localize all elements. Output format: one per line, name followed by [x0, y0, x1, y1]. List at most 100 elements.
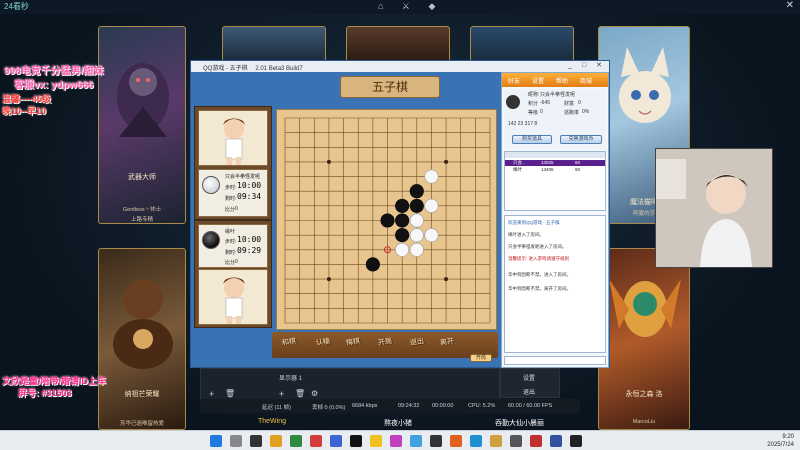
tab-settings[interactable]: 设置 [532, 76, 544, 85]
undo-button[interactable]: 悔棋 [345, 336, 361, 348]
app-icon[interactable] [530, 435, 542, 447]
app-icon[interactable] [310, 435, 322, 447]
window-controls[interactable]: _ □ ✕ [568, 61, 606, 69]
white-stone [409, 213, 424, 228]
app-icon[interactable] [350, 435, 362, 447]
champion-card-bottom-right: 永恒之森 洛 MarcoLiu [598, 248, 690, 430]
leave-button[interactable]: 离开 [439, 336, 455, 348]
app-icon[interactable] [450, 435, 462, 447]
card-label-mid: 熬夜小猪 [384, 420, 412, 427]
app-icon[interactable] [470, 435, 482, 447]
delete-icon[interactable]: 🗑 [225, 389, 235, 398]
score-value: -645 [540, 100, 551, 106]
champion-card-top-3 [346, 26, 450, 62]
player-name: MarcoLiu [632, 419, 656, 425]
list-item[interactable]: 缘叶 13406 60 [505, 167, 605, 173]
champion-card-top-4 [470, 26, 574, 62]
webcam-feed [655, 148, 773, 268]
app-icon[interactable] [490, 435, 502, 447]
add-icon[interactable]: + [209, 389, 214, 399]
search-icon[interactable] [230, 435, 242, 447]
cpu-stat: CPU: 5.2% [468, 403, 496, 409]
white-stone [395, 242, 410, 257]
exit-button[interactable]: 退出 [523, 387, 535, 396]
player-info-bottom: 缘叶 步时: 10:00 剩时: 09:29 比分 0 [198, 224, 268, 268]
champion-name: 永恒之森 洛 [625, 391, 663, 398]
gomoku-header: 五子棋 [340, 76, 440, 98]
buy-items-button[interactable]: 购买道具 [512, 135, 552, 144]
exchange-coins-button[interactable]: 兑换游戏币 [560, 135, 602, 144]
player-panel-bottom: 缘叶 步时: 10:00 剩时: 09:29 比分 0 [194, 220, 272, 328]
star-point [444, 159, 449, 164]
score-label: 比分 [225, 207, 236, 213]
bitrate-stat: 6684 kbps [352, 403, 378, 409]
star-point [326, 277, 331, 282]
player-avatar [198, 110, 268, 166]
tab-friends[interactable]: 好友 [508, 76, 520, 85]
gomoku-board[interactable] [276, 109, 497, 330]
delete-source-icon[interactable]: 🗑 [295, 389, 305, 398]
version-label: 2.01 Beta3 Build7 [255, 66, 303, 72]
stats-line: 142 23 317 8 [508, 121, 538, 127]
stream-status-bar: 延迟 (11 帧) 丢帧 0 (0.0%) 6684 kbps 09:24:32… [200, 399, 580, 413]
stream-time-stat: 00:00:00 [432, 403, 454, 409]
chat-message: 华中到因断不禁。离开了房间。 [508, 286, 571, 291]
app-logo: 24看秒 [4, 2, 29, 11]
board-grid[interactable] [277, 110, 498, 331]
start-button[interactable]: 开局 [377, 336, 393, 348]
quick-start-button[interactable]: 开局 [470, 354, 492, 362]
nickname-label: 昵称: [528, 92, 540, 98]
stream-top-bar: 24看秒 ⌂ ⚔ ◆ ✕ [0, 0, 800, 14]
resign-button[interactable]: 认输 [315, 336, 331, 348]
white-stone [409, 228, 424, 243]
app-icon[interactable] [430, 435, 442, 447]
chat-input[interactable] [504, 356, 606, 365]
app-icon[interactable] [390, 435, 402, 447]
tab-help[interactable]: 帮助 [556, 76, 568, 85]
system-clock[interactable]: 9:20 2025/7/24 [767, 433, 794, 449]
step-time: 10:00 [237, 235, 262, 244]
app-icon[interactable] [250, 435, 262, 447]
app-icon[interactable] [550, 435, 562, 447]
settings-icon[interactable]: ⚙ [311, 389, 318, 398]
star-point [444, 277, 449, 282]
app-icon[interactable] [510, 435, 522, 447]
delay-stat: 延迟 (11 帧) [262, 405, 291, 411]
champion-art [619, 47, 671, 123]
app-icon[interactable] [570, 435, 582, 447]
list-item[interactable]: 只会.. 13025 60 [505, 160, 605, 166]
total-label: 剩时: [225, 196, 237, 202]
wealth-label: 财富 [564, 101, 575, 107]
source-display-label[interactable]: 显示器 1 [279, 373, 302, 382]
white-stone [424, 198, 439, 213]
tab-shop[interactable]: 商城 [580, 76, 592, 85]
app-icon[interactable] [410, 435, 422, 447]
add-source-icon[interactable]: + [279, 389, 284, 399]
player-name: 缘叶 [225, 229, 236, 235]
app-icon[interactable] [370, 435, 382, 447]
player-name: 只会半拳怪发呢 [225, 174, 261, 180]
nav-icons[interactable]: ⌂ ⚔ ◆ [378, 1, 443, 12]
app-icon[interactable] [330, 435, 342, 447]
close-icon[interactable]: ✕ [786, 0, 794, 11]
streamer-image [656, 149, 772, 267]
chat-log: 欢迎来到QQ游戏 - 五子棋 缘叶进入了房间。 只会半拳怪发呢进入了房间。 温馨… [504, 215, 606, 353]
app-icon[interactable] [290, 435, 302, 447]
overlay-line-2: 客服vx: ydpw666 [14, 80, 94, 91]
settings-button[interactable]: 设置 [523, 373, 535, 382]
exit-button[interactable]: 退出 [409, 336, 425, 348]
overlay-line-1: 998电竞千分猛男/甜妹 [4, 66, 104, 77]
player-panel-top: 只会半拳怪发呢 步时: 10:00 剩时: 09:34 比分 0 [194, 106, 272, 220]
window-title: QQ游戏 - 五子棋 [203, 66, 248, 72]
window-title-bar: QQ游戏 - 五子棋 2.01 Beta3 Build7 _ □ ✕ [191, 61, 609, 72]
dropped-frames-stat: 丢帧 0 (0.0%) [312, 405, 346, 411]
player-info-top: 只会半拳怪发呢 步时: 10:00 剩时: 09:34 比分 0 [198, 169, 268, 217]
app-icon[interactable] [270, 435, 282, 447]
score-label: 比分 [225, 260, 236, 266]
draw-button[interactable]: 和棋 [281, 336, 297, 348]
list-header [505, 152, 605, 158]
start-icon[interactable] [210, 435, 222, 447]
black-stone-icon [202, 231, 220, 249]
level-label: 等级 [528, 110, 539, 116]
total-time: 09:29 [237, 246, 262, 255]
